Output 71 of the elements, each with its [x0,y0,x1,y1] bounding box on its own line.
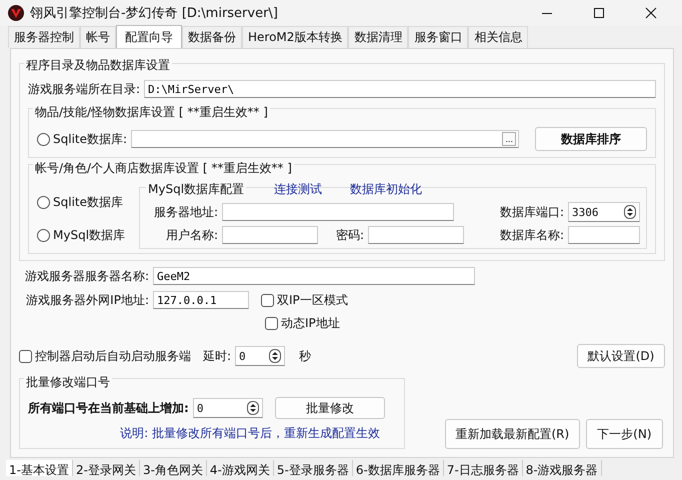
link[interactable]: 连接测试 [274,181,322,198]
field-label: 数据库名称: [498,226,564,244]
input-field[interactable] [222,203,454,221]
radio-label: MySql数据库 [53,227,126,244]
checkbox-label: 控制器启动后自动启动服务端 [35,348,191,364]
checkbox[interactable] [265,317,278,330]
group-title: 物品/技能/怪物数据库设置 [ **重启生效** ] [33,104,270,121]
input-field[interactable] [568,226,640,244]
field-label: 服务器地址: [152,204,218,220]
tab[interactable]: 4-游戏网关 [206,460,274,476]
checkbox-label: 动态IP地址 [281,315,340,332]
field-label: 数据库端口: [498,204,564,220]
tab[interactable]: 1-基本设置 [6,460,73,476]
default-settings-button[interactable]: 默认设置(D) [577,344,665,368]
field-label: 游戏服务端所在目录: [28,80,140,98]
radio-label: Sqlite数据库: [53,130,128,148]
tab[interactable]: 相关信息 [468,26,528,48]
tab[interactable]: 8-游戏服务器 [522,460,602,476]
radio-button[interactable] [37,229,50,242]
spin-field[interactable]: 3306 [568,202,640,222]
input-field[interactable]: GeeM2 [153,267,475,285]
tab[interactable]: 5-登录服务器 [274,460,353,476]
radio-button[interactable] [37,196,50,209]
window-title: 翎风引擎控制台-梦幻传奇 [D:\mirserver\] [30,5,278,22]
browse-button[interactable]: ... [502,132,516,146]
tab[interactable]: 7-日志服务器 [444,460,523,476]
radio-label: Sqlite数据库 [53,194,123,211]
tab[interactable]: 2-登录网关 [72,460,140,476]
tab[interactable]: 数据备份 [182,26,242,48]
note-text: 说明: 批量修改所有端口号后，重新生成配置生效 [119,425,380,442]
group-title: 批量修改端口号 [24,374,112,391]
next-button[interactable]: 下一步(N) [586,419,663,449]
tab[interactable]: 服务器控制 [8,26,80,48]
checkbox[interactable] [19,350,32,362]
spin-field[interactable]: 0 [192,398,263,418]
input-field[interactable] [222,226,318,244]
input-field[interactable]: 127.0.0.1 [153,291,249,309]
tab[interactable]: 帐号 [80,26,116,48]
tab[interactable]: 数据清理 [348,26,408,48]
radio-button[interactable] [37,132,50,146]
group-title: 帐号/角色/个人商店数据库设置 [ **重启生效** ] [33,160,294,177]
tab[interactable]: 服务窗口 [408,26,468,48]
input-field[interactable]: D:\MirServer\ [144,80,656,98]
group-title: MySql数据库配置 [146,181,246,198]
close-icon[interactable] [645,7,657,19]
spin-arrows-icon[interactable] [246,401,259,415]
batch-modify-button[interactable]: 批量修改 [274,397,385,419]
field-label: 游戏服务器服务器名称: [24,268,149,284]
checkbox[interactable] [261,294,274,306]
tab[interactable]: 配置向导 [116,25,182,48]
group-title: 程序目录及物品数据库设置 [24,57,172,74]
app-logo-icon [8,5,24,21]
tab[interactable]: 3-角色网关 [140,460,207,476]
spin-arrows-icon[interactable] [269,349,282,363]
link[interactable]: 数据库初始化 [350,181,422,198]
path-field[interactable]: ... [131,130,519,148]
password-field[interactable] [368,226,464,244]
spin-arrows-icon[interactable] [624,205,636,219]
field-label: 游戏服务器外网IP地址: [25,292,149,308]
spin-field[interactable]: 0 [235,346,286,366]
sort-button[interactable]: 数据库排序 [535,127,647,151]
unit-label: 秒 [299,348,312,364]
field-label: 密码: [334,226,364,244]
maximize-icon[interactable] [593,7,605,19]
reload-button[interactable]: 重新加载最新配置(R) [445,419,580,449]
field-label: 所有端口号在当前基础上增加: [28,400,189,416]
tab[interactable]: 6-数据库服务器 [352,460,444,476]
tab[interactable]: HeroM2版本转换 [242,26,348,48]
field-label: 延时: [203,348,232,364]
field-label: 用户名称: [164,226,218,244]
checkbox-label: 双IP一区模式 [277,292,348,308]
